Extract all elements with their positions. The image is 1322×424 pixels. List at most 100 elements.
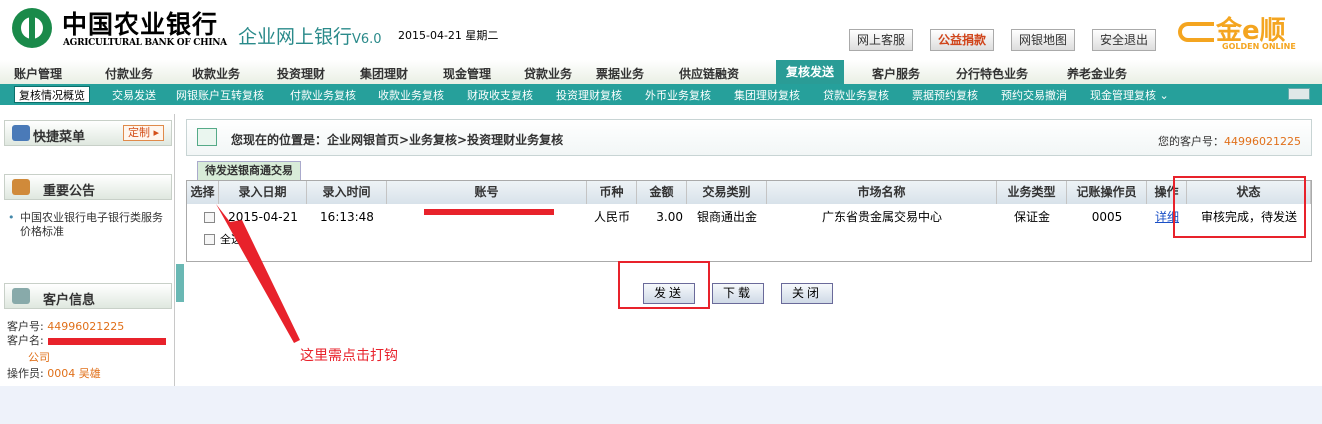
submenu-transfer-review[interactable]: 网银账户互转复核 xyxy=(176,87,264,103)
customer-icon xyxy=(12,288,30,304)
menu-scroll-arrows-icon[interactable] xyxy=(1288,88,1310,100)
megaphone-icon xyxy=(12,179,30,195)
submenu-forex-review[interactable]: 外币业务复核 xyxy=(645,87,711,103)
menu-branch[interactable]: 分行特色业务 xyxy=(956,65,1028,82)
system-title: 企业网上银行V6.0 xyxy=(238,22,382,49)
customer-name-tail: 公司 xyxy=(28,351,50,364)
submenu-cash-review[interactable]: 现金管理复核 ⌄ xyxy=(1090,87,1169,103)
cell-market: 广东省贵金属交易中心 xyxy=(821,210,942,224)
cell-time: 16:13:48 xyxy=(320,210,374,224)
submenu-send[interactable]: 交易发送 xyxy=(112,87,156,103)
col-biz: 业务类型 xyxy=(997,181,1067,204)
online-service-button[interactable]: 网上客服 xyxy=(849,29,914,51)
menu-loan[interactable]: 贷款业务 xyxy=(524,65,572,82)
submenu-bill-review[interactable]: 票据预约复核 xyxy=(912,87,978,103)
col-type: 交易类别 xyxy=(687,181,767,204)
cell-operator: 0005 xyxy=(1091,210,1123,224)
version: V6.0 xyxy=(352,32,382,47)
transaction-table: 选择 录入日期 录入时间 账号 币种 金额 交易类别 市场名称 业务类型 记账操… xyxy=(186,180,1312,262)
select-all-label: 全选 xyxy=(220,233,242,246)
status-highlight-box xyxy=(1173,176,1306,238)
quick-menu-icon xyxy=(12,125,30,141)
golden-swoosh-icon xyxy=(1178,22,1214,42)
header: 中国农业银行 AGRICULTURAL BANK OF CHINA 企业网上银行… xyxy=(0,0,1322,60)
quick-menu-title: 快捷菜单 xyxy=(33,130,86,145)
bank-name-en: AGRICULTURAL BANK OF CHINA xyxy=(63,38,227,48)
location-icon xyxy=(197,128,217,146)
sidebar: 快捷菜单 定制 ▸ 重要公告 中国农业银行电子银行类服务价格标准 客户信息 客户… xyxy=(0,114,175,386)
cust-no-label: 您的客户号： xyxy=(1158,135,1225,148)
row-checkbox[interactable] xyxy=(204,212,215,223)
cell-date: 2015-04-21 xyxy=(228,210,298,224)
sub-menu: 复核情况概览 交易发送 网银账户互转复核 付款业务复核 收款业务复核 财政收支复… xyxy=(0,84,1322,105)
submenu-cancel-scheduled[interactable]: 预约交易撤消 xyxy=(1001,87,1067,103)
col-amount: 金额 xyxy=(637,181,687,204)
customer-info-title: 客户信息 xyxy=(43,293,96,308)
bottom-area xyxy=(0,386,1322,424)
close-button[interactable]: 关闭 xyxy=(781,283,834,304)
menu-pension[interactable]: 养老金业务 xyxy=(1067,65,1127,82)
menu-cash[interactable]: 现金管理 xyxy=(443,65,491,82)
bank-map-button[interactable]: 网银地图 xyxy=(1011,29,1076,51)
menu-group-finance[interactable]: 集团理财 xyxy=(360,65,408,82)
col-time: 录入时间 xyxy=(307,181,387,204)
submenu-loan-review[interactable]: 贷款业务复核 xyxy=(823,87,889,103)
annotation-note: 这里需点击打钩 xyxy=(300,348,398,364)
current-date: 2015-04-21 星期二 xyxy=(398,29,499,42)
notice-header: 重要公告 xyxy=(4,174,172,200)
menu-review-send[interactable]: 复核发送 xyxy=(776,60,845,84)
notice-title: 重要公告 xyxy=(43,184,96,199)
customize-button[interactable]: 定制 ▸ xyxy=(123,125,165,141)
menu-receipt[interactable]: 收款业务 xyxy=(192,65,240,82)
menu-payment[interactable]: 付款业务 xyxy=(105,65,153,82)
submenu-group-review[interactable]: 集团理财复核 xyxy=(734,87,800,103)
tab-pending-transactions[interactable]: 待发送银商通交易 xyxy=(197,161,301,180)
submenu-receipt-review[interactable]: 收款业务复核 xyxy=(378,87,444,103)
col-market: 市场名称 xyxy=(767,181,997,204)
customer-number: 您的客户号：44996021225 xyxy=(1158,133,1301,149)
cust-no-value: 44996021225 xyxy=(1224,135,1301,148)
menu-account[interactable]: 账户管理 xyxy=(14,65,62,82)
submenu-invest-review[interactable]: 投资理财复核 xyxy=(556,87,622,103)
submenu-fiscal-review[interactable]: 财政收支复核 xyxy=(467,87,533,103)
operator-value: 0004 吴雄 xyxy=(47,367,101,380)
golden-online-logo: 金e顺 GOLDEN ONLINE xyxy=(1178,10,1306,54)
operator-label: 操作员: xyxy=(7,367,44,380)
bank-name: 中国农业银行 xyxy=(62,10,219,39)
menu-supply-chain[interactable]: 供应链融资 xyxy=(679,65,739,82)
customer-info-header: 客户信息 xyxy=(4,283,172,309)
customer-no-value: 44996021225 xyxy=(47,320,125,333)
customer-no-line: 客户号: 44996021225 xyxy=(7,320,124,334)
customer-name-label: 客户名: xyxy=(7,334,44,347)
menu-invest[interactable]: 投资理财 xyxy=(277,65,325,82)
menu-bill[interactable]: 票据业务 xyxy=(596,65,644,82)
main-menu: 账户管理 付款业务 收款业务 投资理财 集团理财 现金管理 贷款业务 票据业务 … xyxy=(0,60,1322,84)
redacted-account-bar xyxy=(424,209,554,215)
col-select: 选择 xyxy=(187,181,219,204)
col-account: 账号 xyxy=(387,181,587,204)
logout-button[interactable]: 安全退出 xyxy=(1092,29,1157,51)
cell-type: 银商通出金 xyxy=(696,210,757,224)
breadcrumb: 您现在的位置是：企业网银首页>业务复核>投资理财业务复核 xyxy=(231,133,564,147)
submenu-payment-review[interactable]: 付款业务复核 xyxy=(290,87,356,103)
send-highlight-box xyxy=(618,261,710,309)
col-currency: 币种 xyxy=(587,181,637,204)
abc-logo-icon xyxy=(12,8,52,48)
menu-customer-service[interactable]: 客户服务 xyxy=(872,65,920,82)
breadcrumb-bar: 您现在的位置是：企业网银首页>业务复核>投资理财业务复核 您的客户号：44996… xyxy=(186,119,1312,156)
cell-currency: 人民币 xyxy=(593,210,630,224)
customer-no-label: 客户号: xyxy=(7,320,44,333)
operator-line: 操作员: 0004 吴雄 xyxy=(7,367,101,381)
notice-item[interactable]: 中国农业银行电子银行类服务价格标准 xyxy=(8,211,170,239)
cell-amount: 3.00 xyxy=(656,210,683,224)
redacted-name-bar xyxy=(48,338,166,345)
system-name: 企业网上银行 xyxy=(238,26,353,48)
quick-menu-header: 快捷菜单 定制 ▸ xyxy=(4,120,172,146)
download-button[interactable]: 下载 xyxy=(712,283,765,304)
sidebar-collapse-handle[interactable] xyxy=(176,264,184,302)
donation-button[interactable]: 公益捐款 xyxy=(930,29,995,51)
golden-logo-sub: GOLDEN ONLINE xyxy=(1222,42,1296,51)
select-all-checkbox[interactable] xyxy=(204,234,215,245)
customer-name-line: 客户名: xyxy=(7,334,44,348)
submenu-overview[interactable]: 复核情况概览 xyxy=(14,86,90,103)
